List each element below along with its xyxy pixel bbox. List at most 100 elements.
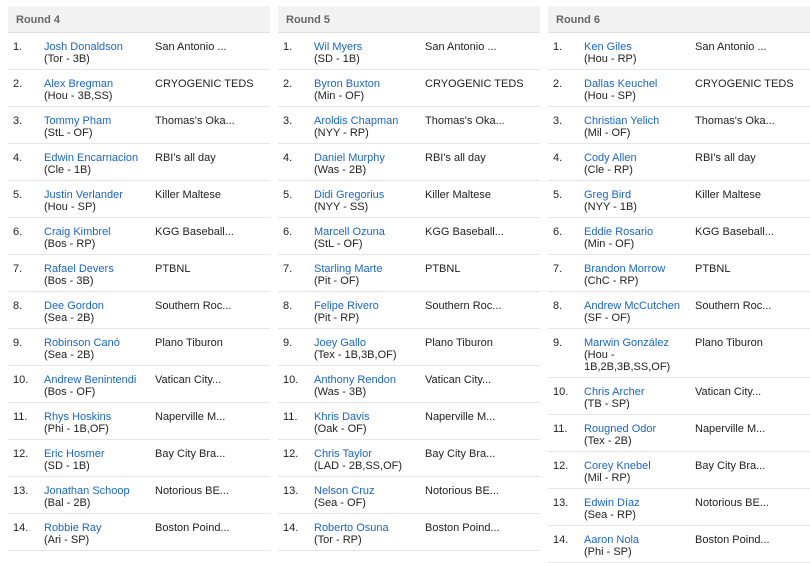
- pick-row: 10. Chris Archer (TB - SP) Vatican City...: [548, 378, 810, 415]
- player-name-link[interactable]: Marcell Ozuna: [314, 226, 422, 238]
- fantasy-team-name: Notorious BE...: [425, 485, 499, 497]
- player-cell: Dee Gordon (Sea - 2B): [44, 300, 152, 324]
- player-name-link[interactable]: Chris Archer: [584, 386, 692, 398]
- pick-row: 13. Jonathan Schoop (Bal - 2B) Notorious BE…: [8, 477, 270, 514]
- pick-row: 1. Ken Giles (Hou - RP) San Antonio ...: [548, 33, 810, 70]
- pick-number: 2.: [283, 78, 293, 90]
- player-name-link[interactable]: Daniel Murphy: [314, 152, 422, 164]
- player-name-link[interactable]: Rafael Devers: [44, 263, 152, 275]
- player-name-link[interactable]: Alex Bregman: [44, 78, 152, 90]
- player-cell: Andrew McCutchen (SF - OF): [584, 300, 692, 324]
- player-name-link[interactable]: Rougned Odor: [584, 423, 692, 435]
- player-cell: Corey Knebel (Mil - RP): [584, 460, 692, 484]
- player-name-link[interactable]: Rhys Hoskins: [44, 411, 152, 423]
- player-cell: Alex Bregman (Hou - 3B,SS): [44, 78, 152, 102]
- fantasy-team-name: Vatican City...: [425, 374, 492, 386]
- player-name-link[interactable]: Chris Taylor: [314, 448, 422, 460]
- player-team-position: (Sea - 2B): [44, 312, 95, 324]
- pick-number: 4.: [553, 152, 563, 164]
- player-team-position: (Mil - OF): [584, 127, 631, 139]
- fantasy-team-name: Naperville M...: [695, 423, 766, 435]
- pick-row: 14. Roberto Osuna (Tor - RP) Boston Poind..…: [278, 514, 540, 551]
- player-team-position: (Cle - 1B): [44, 164, 92, 176]
- player-name-link[interactable]: Edwin Encarnacion: [44, 152, 152, 164]
- player-name-link[interactable]: Dallas Keuchel: [584, 78, 692, 90]
- pick-row: 14. Robbie Ray (Ari - SP) Boston Poind...: [8, 514, 270, 551]
- player-name-link[interactable]: Aroldis Chapman: [314, 115, 422, 127]
- player-name-link[interactable]: Jonathan Schoop: [44, 485, 152, 497]
- player-name-link[interactable]: Andrew McCutchen: [584, 300, 692, 312]
- player-name-link[interactable]: Corey Knebel: [584, 460, 692, 472]
- fantasy-team-name: RBI's all day: [425, 152, 486, 164]
- player-name-link[interactable]: Anthony Rendon: [314, 374, 422, 386]
- player-name-link[interactable]: Cody Allen: [584, 152, 692, 164]
- player-cell: Wil Myers (SD - 1B): [314, 41, 422, 65]
- player-name-link[interactable]: Craig Kimbrel: [44, 226, 152, 238]
- player-name-link[interactable]: Greg Bird: [584, 189, 692, 201]
- player-team-position: (Tor - 3B): [44, 53, 90, 65]
- pick-number: 8.: [283, 300, 293, 312]
- player-name-link[interactable]: Nelson Cruz: [314, 485, 422, 497]
- pick-row: 11. Khris Davis (Oak - OF) Naperville M...: [278, 403, 540, 440]
- player-name-link[interactable]: Joey Gallo: [314, 337, 422, 349]
- pick-number: 9.: [283, 337, 293, 349]
- pick-number: 6.: [553, 226, 563, 238]
- player-team-position: (Sea - OF): [314, 497, 366, 509]
- player-cell: Edwin Encarnacion (Cle - 1B): [44, 152, 152, 176]
- fantasy-team-name: PTBNL: [425, 263, 461, 275]
- pick-number: 10.: [283, 374, 299, 386]
- player-name-link[interactable]: Didi Gregorius: [314, 189, 422, 201]
- fantasy-team-name: Notorious BE...: [695, 497, 769, 509]
- player-name-link[interactable]: Robinson Canó: [44, 337, 152, 349]
- player-name-link[interactable]: Aaron Nola: [584, 534, 692, 546]
- pick-number: 14.: [13, 522, 29, 534]
- player-team-position: (Hou - 3B,SS): [44, 90, 113, 102]
- player-team-position: (Bos - 3B): [44, 275, 94, 287]
- player-name-link[interactable]: Josh Donaldson: [44, 41, 152, 53]
- player-cell: Roberto Osuna (Tor - RP): [314, 522, 422, 546]
- player-name-link[interactable]: Robbie Ray: [44, 522, 152, 534]
- player-team-position: (NYY - 1B): [584, 201, 637, 213]
- player-team-position: (TB - SP): [584, 398, 630, 410]
- fantasy-team-name: Southern Roc...: [155, 300, 232, 312]
- fantasy-team-name: Naperville M...: [425, 411, 496, 423]
- player-name-link[interactable]: Felipe Rivero: [314, 300, 422, 312]
- fantasy-team-name: KGG Baseball...: [155, 226, 234, 238]
- player-name-link[interactable]: Byron Buxton: [314, 78, 422, 90]
- player-name-link[interactable]: Brandon Morrow: [584, 263, 692, 275]
- player-name-link[interactable]: Justin Verlander: [44, 189, 152, 201]
- player-cell: Rafael Devers (Bos - 3B): [44, 263, 152, 287]
- player-name-link[interactable]: Andrew Benintendi: [44, 374, 152, 386]
- fantasy-team-name: Thomas's Oka...: [695, 115, 775, 127]
- player-cell: Dallas Keuchel (Hou - SP): [584, 78, 692, 102]
- player-name-link[interactable]: Ken Giles: [584, 41, 692, 53]
- pick-number: 13.: [283, 485, 299, 497]
- player-cell: Eric Hosmer (SD - 1B): [44, 448, 152, 472]
- pick-row: 8. Dee Gordon (Sea - 2B) Southern Roc...: [8, 292, 270, 329]
- player-name-link[interactable]: Eddie Rosario: [584, 226, 692, 238]
- player-cell: Byron Buxton (Min - OF): [314, 78, 422, 102]
- fantasy-team-name: Boston Poind...: [425, 522, 500, 534]
- player-name-link[interactable]: Roberto Osuna: [314, 522, 422, 534]
- player-name-link[interactable]: Eric Hosmer: [44, 448, 152, 460]
- player-team-position: (Hou - RP): [584, 53, 637, 65]
- player-name-link[interactable]: Starling Marte: [314, 263, 422, 275]
- pick-row: 6. Craig Kimbrel (Bos - RP) KGG Baseball...: [8, 218, 270, 255]
- fantasy-team-name: CRYOGENIC TEDS: [425, 78, 524, 90]
- player-name-link[interactable]: Khris Davis: [314, 411, 422, 423]
- player-team-position: (LAD - 2B,SS,OF): [314, 460, 403, 472]
- player-name-link[interactable]: Christian Yelich: [584, 115, 692, 127]
- player-name-link[interactable]: Marwin González: [584, 337, 692, 349]
- player-name-link[interactable]: Edwin Díaz: [584, 497, 692, 509]
- player-name-link[interactable]: Tommy Pham: [44, 115, 152, 127]
- pick-row: 8. Felipe Rivero (Pit - RP) Southern Roc...: [278, 292, 540, 329]
- player-name-link[interactable]: Dee Gordon: [44, 300, 152, 312]
- player-name-link[interactable]: Wil Myers: [314, 41, 422, 53]
- pick-number: 5.: [283, 189, 293, 201]
- fantasy-team-name: Killer Maltese: [695, 189, 762, 201]
- player-team-position: (Tex - 2B): [584, 435, 632, 447]
- draft-results: Round 4 1. Josh Donaldson (Tor - 3B) San An…: [0, 0, 810, 563]
- player-cell: Tommy Pham (StL - OF): [44, 115, 152, 139]
- fantasy-team-name: Bay City Bra...: [155, 448, 226, 460]
- player-team-position: (Pit - OF): [314, 275, 360, 287]
